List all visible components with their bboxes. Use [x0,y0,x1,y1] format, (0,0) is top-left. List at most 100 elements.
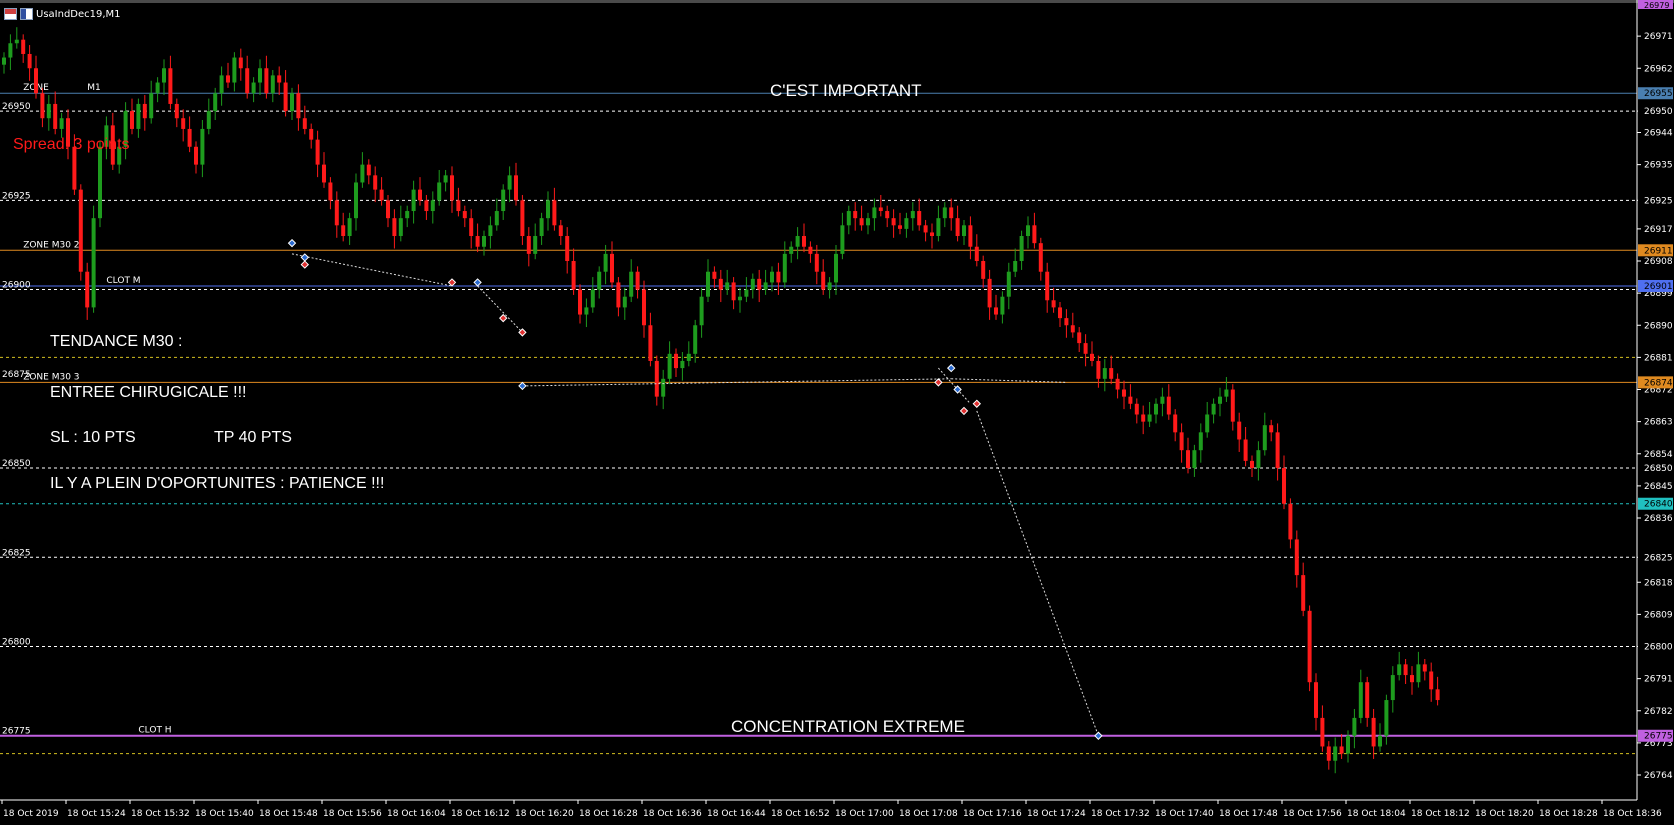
candle-body[interactable] [149,93,154,119]
candle-body[interactable] [34,68,38,94]
candle-body[interactable] [462,211,467,219]
candle-body[interactable] [763,282,768,290]
candle-body[interactable] [1211,403,1216,415]
candle-body[interactable] [27,53,32,69]
candle-body[interactable] [1154,403,1158,415]
candle-body[interactable] [1416,664,1421,683]
candle-body[interactable] [1096,360,1101,379]
candle-body[interactable] [578,289,582,315]
candle-body[interactable] [1378,735,1382,747]
candle-body[interactable] [1410,675,1414,683]
candle-body[interactable] [245,68,250,94]
candle-body[interactable] [290,93,294,112]
candle-body[interactable] [1243,439,1248,461]
candle-body[interactable] [955,218,960,237]
candle-body[interactable] [373,175,378,190]
chart-window-icon[interactable] [4,8,17,20]
candle-body[interactable] [565,236,570,262]
candle-body[interactable] [1390,675,1395,701]
candle-body[interactable] [200,128,205,165]
candle-body[interactable] [597,271,602,290]
candle-body[interactable] [283,82,288,112]
candle-body[interactable] [738,296,742,301]
candle-body[interactable] [14,39,19,44]
candle-body[interactable] [814,253,819,272]
candle-body[interactable] [1109,368,1114,379]
candle-body[interactable] [910,211,915,219]
candle-body[interactable] [770,271,774,283]
candle-body[interactable] [866,218,870,226]
candle-body[interactable] [923,225,928,233]
candle-body[interactable] [1000,296,1005,315]
candle-body[interactable] [475,236,480,247]
candle-body[interactable] [1326,746,1331,761]
candle-body[interactable] [507,175,512,190]
candle-body[interactable] [731,282,736,301]
candle-body[interactable] [46,103,51,119]
candle-body[interactable] [142,103,147,119]
candle-body[interactable] [968,225,973,247]
candle-body[interactable] [1179,432,1184,451]
candle-body[interactable] [942,207,947,219]
candle-body[interactable] [680,360,685,369]
candle-body[interactable] [1397,664,1402,676]
candle-body[interactable] [654,360,659,397]
trade-marker-buy[interactable] [946,363,956,373]
candle-body[interactable] [315,139,320,165]
candle-body[interactable] [1198,432,1203,451]
candle-body[interactable] [59,118,64,129]
candle-body[interactable] [494,211,499,226]
candle-body[interactable] [526,236,531,254]
candle-body[interactable] [277,75,282,83]
candle-body[interactable] [936,218,941,237]
candle-body[interactable] [194,146,198,165]
candle-body[interactable] [917,211,922,226]
trade-marker-sell[interactable] [972,399,982,408]
candle-body[interactable] [1077,332,1082,344]
candle-body[interactable] [309,128,314,140]
candle-body[interactable] [744,289,749,297]
candle-body[interactable] [1352,717,1357,736]
candle-body[interactable] [661,378,666,397]
candle-body[interactable] [667,353,672,379]
trade-marker-buy[interactable] [473,278,482,287]
candle-body[interactable] [725,282,730,290]
candle-body[interactable] [622,296,627,308]
candle-body[interactable] [706,271,710,297]
candle-body[interactable] [1083,343,1088,354]
candle-body[interactable] [1166,396,1171,415]
candle-body[interactable] [482,236,486,247]
candle-body[interactable] [795,236,800,247]
candle-body[interactable] [1032,225,1037,244]
candle-body[interactable] [347,218,352,237]
candle-body[interactable] [1256,450,1261,469]
candle-body[interactable] [757,278,762,290]
candle-body[interactable] [802,236,806,247]
candle-body[interactable] [546,200,550,219]
candle-body[interactable] [1102,368,1107,379]
candle-body[interactable] [846,211,851,226]
candle-body[interactable] [1320,717,1325,747]
candle-body[interactable] [270,75,275,94]
candle-body[interactable] [642,289,646,326]
candle-body[interactable] [1019,236,1024,262]
candle-body[interactable] [1141,414,1146,422]
trade-marker-buy[interactable] [1094,731,1103,740]
candle-body[interactable] [78,189,83,272]
candle-body[interactable] [1422,664,1427,672]
candle-body[interactable] [539,218,544,237]
candle-body[interactable] [1128,396,1133,404]
price-chart[interactable]: 2695026925269002687526850268252680026775… [0,0,1674,825]
candle-body[interactable] [1205,414,1210,433]
candle-body[interactable] [2,57,6,65]
candle-body[interactable] [1173,414,1178,433]
candle-body[interactable] [296,93,301,119]
candle-body[interactable] [514,175,518,201]
trade-marker-buy[interactable] [518,381,527,391]
trade-marker-buy[interactable] [287,238,297,248]
candle-body[interactable] [379,189,384,201]
candle-body[interactable] [821,271,826,290]
candle-body[interactable] [411,189,416,212]
trade-marker-sell[interactable] [300,260,310,269]
candle-body[interactable] [488,225,493,237]
